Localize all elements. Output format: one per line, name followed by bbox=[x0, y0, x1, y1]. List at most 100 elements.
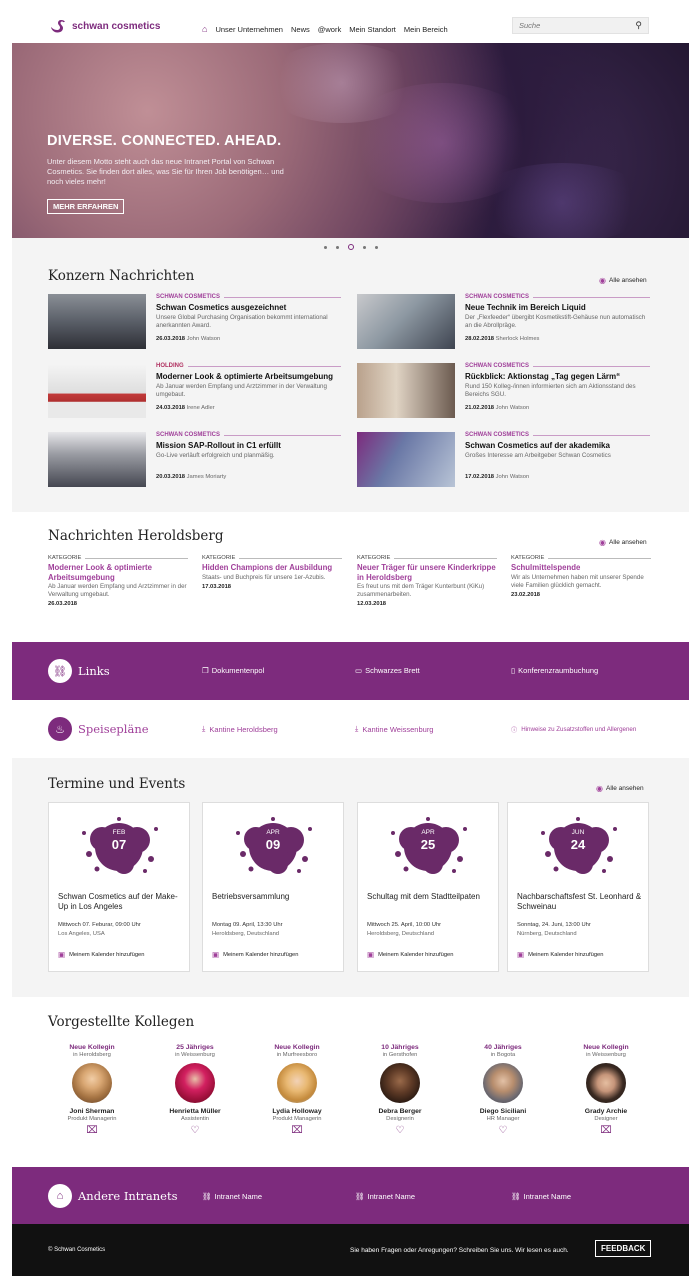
konzern-see-all[interactable]: ◉ Alle ansehen bbox=[599, 276, 647, 285]
event-where: Nürnberg, Deutschland bbox=[517, 931, 577, 937]
news-title[interactable]: Neue Technik im Bereich Liquid bbox=[465, 303, 586, 312]
kantine-heroldsberg-link[interactable]: ⤓ Kantine Heroldsberg bbox=[202, 724, 278, 734]
eye-icon: ◉ bbox=[599, 538, 606, 547]
allergen-info-link[interactable]: ⓘ Hinweise zu Zusatzstoffen und Allergene… bbox=[511, 725, 636, 734]
news-title[interactable]: Schulmittelspende bbox=[511, 563, 651, 573]
news-title[interactable]: Schwan Cosmetics ausgezeichnet bbox=[156, 303, 286, 312]
avatar[interactable] bbox=[72, 1063, 112, 1103]
news-item[interactable]: SCHWAN COSMETICS Schwan Cosmetics ausgez… bbox=[48, 294, 348, 352]
news-title[interactable]: Moderner Look & optimierte Arbeitsumgebu… bbox=[48, 563, 188, 582]
news-desc: Staats- und Buchpreis für unsere 1er-Azu… bbox=[202, 573, 326, 581]
see-all-label: Alle ansehen bbox=[608, 539, 647, 546]
handshake-icon[interactable]: ♡ bbox=[150, 1125, 240, 1136]
intranet-link[interactable]: ⛓ Intranet Name bbox=[511, 1192, 571, 1201]
events-see-all[interactable]: ◉ Alle ansehen bbox=[596, 784, 644, 793]
heroldsberg-section: Nachrichten Heroldsberg ◉ Alle ansehen KA… bbox=[12, 512, 689, 642]
link-label: Intranet Name bbox=[523, 1192, 572, 1201]
event-where: Heroldsberg, Deutschland bbox=[212, 931, 280, 937]
heroldsberg-see-all[interactable]: ◉ Alle ansehen bbox=[599, 538, 647, 547]
colleague-location: in Weissenburg bbox=[586, 1052, 626, 1058]
news-item[interactable]: SCHWAN COSMETICS Schwan Cosmetics auf de… bbox=[357, 432, 657, 490]
news-title[interactable]: Moderner Look & optimierte Arbeitsumgebu… bbox=[156, 372, 333, 381]
avatar[interactable] bbox=[380, 1063, 420, 1103]
news-item[interactable]: KATEGORIE Neuer Träger für unsere Kinder… bbox=[357, 555, 497, 607]
link-schwarzes-brett[interactable]: ▭ Schwarzes Brett bbox=[355, 666, 420, 675]
news-item[interactable]: SCHWAN COSMETICS Neue Technik im Bereich… bbox=[357, 294, 657, 352]
news-item[interactable]: KATEGORIE Hidden Champions der Ausbildun… bbox=[202, 555, 342, 590]
news-desc: Wir als Unternehmen haben mit unserer Sp… bbox=[511, 573, 644, 589]
intranet-link[interactable]: ⛓ Intranet Name bbox=[355, 1192, 415, 1201]
slider-dot[interactable] bbox=[374, 245, 378, 249]
colleague-card[interactable]: 40 Jähriges in Bogota Diego Siciliani HR… bbox=[458, 1044, 548, 1136]
nav-item-work[interactable]: @work bbox=[318, 25, 341, 34]
logo[interactable]: schwan cosmetics bbox=[47, 18, 160, 34]
nav-item-standort[interactable]: Mein Standort bbox=[349, 25, 396, 34]
add-to-calendar-button[interactable]: ▣ Meinem Kalender hinzufügen bbox=[517, 950, 604, 959]
tablet-icon: ▯ bbox=[511, 666, 516, 675]
event-card[interactable]: JUN 24 Nachbarschaftsfest St. Leonhard &… bbox=[507, 802, 649, 972]
handshake-icon[interactable]: ♡ bbox=[458, 1125, 548, 1136]
link-chain-icon: ⛓ bbox=[202, 1192, 212, 1201]
slider-dot-active[interactable] bbox=[347, 244, 354, 250]
colleague-role: Designer bbox=[594, 1116, 618, 1122]
colleague-card[interactable]: Neue Kollegin in Murfreesboro Lydia Holl… bbox=[252, 1044, 342, 1136]
kantine-weissenburg-link[interactable]: ⤓ Kantine Weissenburg bbox=[355, 724, 433, 734]
nav-item-news[interactable]: News bbox=[291, 25, 310, 34]
news-title[interactable]: Hidden Champions der Ausbildung bbox=[202, 563, 342, 573]
news-item[interactable]: KATEGORIE Moderner Look & optimierte Arb… bbox=[48, 555, 188, 607]
chef-icon: ♨ bbox=[48, 717, 72, 741]
news-item[interactable]: SCHWAN COSMETICS Rückblick: Aktionstag „… bbox=[357, 363, 657, 421]
link-konferenzraum[interactable]: ▯ Konferenzraumbuchung bbox=[511, 666, 598, 675]
event-card[interactable]: FEB 07 Schwan Cosmetics auf der Make-Up … bbox=[48, 802, 190, 972]
add-to-calendar-button[interactable]: ▣ Meinem Kalender hinzufügen bbox=[367, 950, 454, 959]
slider-dot[interactable] bbox=[323, 245, 327, 249]
event-title[interactable]: Schultag mit dem Stadtteilpaten bbox=[367, 892, 492, 902]
event-day: 25 bbox=[420, 837, 436, 852]
gift-icon[interactable]: ⌧ bbox=[47, 1125, 137, 1136]
event-when: Montag 09. April, 13:30 Uhr bbox=[212, 922, 283, 928]
news-title[interactable]: Neuer Träger für unsere Kinderkrippe in … bbox=[357, 563, 497, 582]
colleague-card[interactable]: 10 Jähriges in Gersthofen Debra Berger D… bbox=[355, 1044, 445, 1136]
event-title[interactable]: Schwan Cosmetics auf der Make-Up in Los … bbox=[58, 892, 183, 912]
colleague-card[interactable]: Neue Kollegin in Weissenburg Grady Archi… bbox=[561, 1044, 651, 1136]
news-category: SCHWAN COSMETICS bbox=[465, 363, 650, 369]
mehr-erfahren-button[interactable]: MEHR ERFAHREN bbox=[47, 199, 125, 214]
slider-dot[interactable] bbox=[362, 245, 366, 249]
news-item[interactable]: HOLDING Moderner Look & optimierte Arbei… bbox=[48, 363, 348, 421]
news-item[interactable]: KATEGORIE Schulmittelspende Wir als Unte… bbox=[511, 555, 651, 598]
colleague-card[interactable]: Neue Kollegin in Heroldsberg Joni Sherma… bbox=[47, 1044, 137, 1136]
news-date: 24.03.2018 bbox=[156, 405, 186, 411]
home-icon[interactable]: ⌂ bbox=[202, 24, 207, 34]
event-title[interactable]: Betriebsversammlung bbox=[212, 892, 337, 902]
nav-item-unternehmen[interactable]: Unser Unternehmen bbox=[215, 25, 283, 34]
colleague-card[interactable]: 25 Jähriges in Weissenburg Henrietta Mül… bbox=[150, 1044, 240, 1136]
nav-item-bereich[interactable]: Mein Bereich bbox=[404, 25, 448, 34]
colleague-name: Lydia Holloway bbox=[272, 1108, 322, 1115]
news-date: 26.03.2018 bbox=[48, 601, 78, 607]
event-card[interactable]: APR 25 Schultag mit dem Stadtteilpaten M… bbox=[357, 802, 499, 972]
avatar[interactable] bbox=[277, 1063, 317, 1103]
slider-dot[interactable] bbox=[335, 245, 339, 249]
intranet-link[interactable]: ⛓ Intranet Name bbox=[202, 1192, 262, 1201]
link-chain-icon: ⛓ bbox=[355, 1192, 365, 1201]
add-to-calendar-button[interactable]: ▣ Meinem Kalender hinzufügen bbox=[58, 950, 145, 959]
avatar[interactable] bbox=[483, 1063, 523, 1103]
link-dokumentenpol[interactable]: ❐ Dokumentenpol bbox=[202, 666, 264, 675]
gift-icon[interactable]: ⌧ bbox=[252, 1125, 342, 1136]
link-label: Dokumentenpol bbox=[211, 666, 265, 675]
handshake-icon[interactable]: ♡ bbox=[355, 1125, 445, 1136]
news-title[interactable]: Schwan Cosmetics auf der akademika bbox=[465, 441, 610, 450]
add-to-calendar-button[interactable]: ▣ Meinem Kalender hinzufügen bbox=[212, 950, 299, 959]
avatar[interactable] bbox=[586, 1063, 626, 1103]
search-input[interactable] bbox=[519, 21, 619, 30]
event-card[interactable]: APR 09 Betriebsversammlung Montag 09. Ap… bbox=[202, 802, 344, 972]
feedback-button[interactable]: FEEDBACK bbox=[595, 1240, 652, 1257]
gift-icon[interactable]: ⌧ bbox=[561, 1125, 651, 1136]
avatar[interactable] bbox=[175, 1063, 215, 1103]
news-title[interactable]: Mission SAP-Rollout in C1 erfüllt bbox=[156, 441, 281, 450]
news-title[interactable]: Rückblick: Aktionstag „Tag gegen Lärm“ bbox=[465, 372, 620, 381]
news-item[interactable]: SCHWAN COSMETICS Mission SAP-Rollout in … bbox=[48, 432, 348, 490]
links-bar: ⛓ Links ❐ Dokumentenpol ▭ Schwarzes Brett … bbox=[12, 642, 689, 700]
search-icon[interactable]: ⚲ bbox=[635, 20, 642, 31]
event-title[interactable]: Nachbarschaftsfest St. Leonhard & Schwei… bbox=[517, 892, 642, 912]
